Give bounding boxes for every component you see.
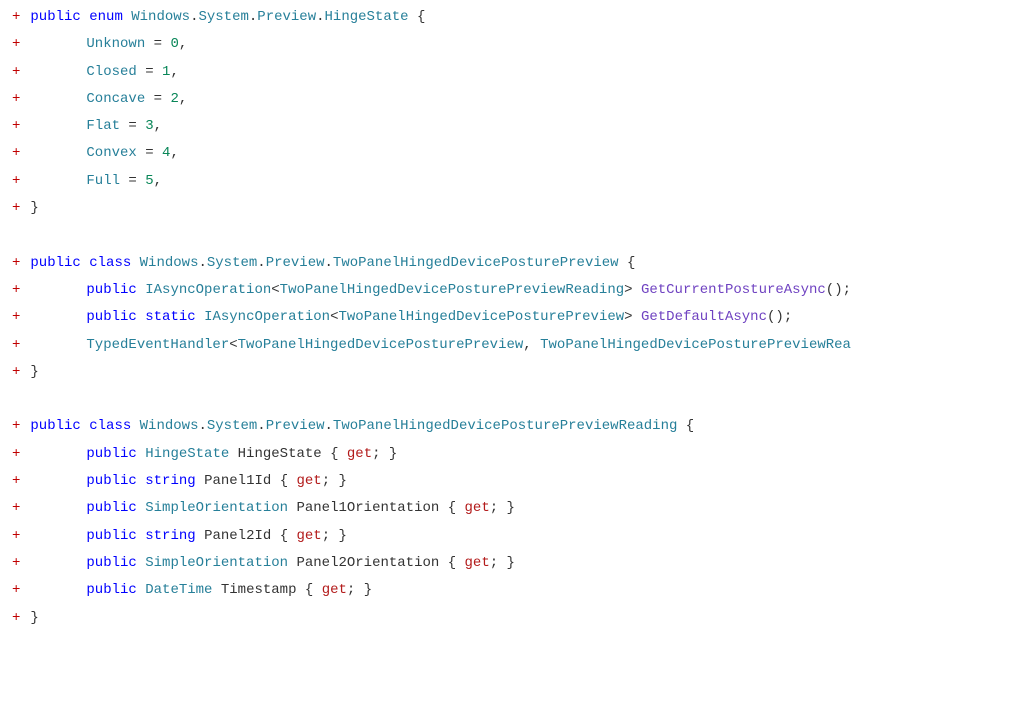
enum-value: 3 [145,118,153,134]
code-line: + Unknown = 0, [0,31,1020,58]
diff-plus: + [12,168,22,195]
class-name: TwoPanelHingedDevicePosturePreview [333,255,619,271]
code-line: + public DateTime Timestamp { get; } [0,577,1020,604]
code-line: + public enum Windows.System.Preview.Hin… [0,4,1020,31]
enum-member: Full [86,173,120,189]
code-line: + } [0,359,1020,386]
enum-value: 5 [145,173,153,189]
enum-value: 2 [170,91,178,107]
code-line: + public string Panel2Id { get; } [0,523,1020,550]
diff-plus: + [12,605,22,632]
code-line: + public SimpleOrientation Panel2Orienta… [0,550,1020,577]
enum-member: Flat [86,118,120,134]
code-line: + TypedEventHandler<TwoPanelHingedDevice… [0,332,1020,359]
code-line: + public static IAsyncOperation<TwoPanel… [0,304,1020,331]
keyword-class: class [89,255,131,271]
diff-plus: + [12,304,22,331]
keyword-public: public [30,255,80,271]
property-type: string [145,528,195,544]
enum-member: Convex [86,145,136,161]
method-name: GetDefaultAsync [641,309,767,325]
property-name: HingeState [238,446,322,462]
code-line: + public IAsyncOperation<TwoPanelHingedD… [0,277,1020,304]
diff-plus: + [12,86,22,113]
code-line: + public string Panel1Id { get; } [0,468,1020,495]
property-name: Panel1Id [204,473,271,489]
diff-plus: + [12,359,22,386]
code-line: + public class Windows.System.Preview.Tw… [0,250,1020,277]
property-name: Timestamp [221,582,297,598]
diff-plus: + [12,140,22,167]
diff-plus: + [12,195,22,222]
code-line: + Closed = 1, [0,59,1020,86]
close-brace: } [30,610,38,626]
diff-plus: + [12,4,22,31]
property-type: DateTime [145,582,212,598]
diff-plus: + [12,250,22,277]
diff-plus: + [12,413,22,440]
blank-line [0,386,1020,413]
code-line: + public HingeState HingeState { get; } [0,441,1020,468]
class-name: TwoPanelHingedDevicePosturePreviewReadin… [333,418,677,434]
close-brace: } [30,200,38,216]
blank-line [0,222,1020,249]
namespace-part: System [198,9,248,25]
property-type: SimpleOrientation [145,555,288,571]
diff-plus: + [12,59,22,86]
diff-plus: + [12,113,22,140]
code-line: + Flat = 3, [0,113,1020,140]
close-brace: } [30,364,38,380]
property-type: SimpleOrientation [145,500,288,516]
enum-member: Unknown [86,36,145,52]
keyword-get: get [347,446,372,462]
property-name: Panel2Orientation [296,555,439,571]
property-type: HingeState [145,446,229,462]
enum-member: Closed [86,64,136,80]
diff-plus: + [12,332,22,359]
code-line: + public class Windows.System.Preview.Tw… [0,413,1020,440]
code-line: + public SimpleOrientation Panel1Orienta… [0,495,1020,522]
keyword-public: public [30,9,80,25]
enum-name: HingeState [325,9,409,25]
enum-member: Concave [86,91,145,107]
keyword-static: static [145,309,195,325]
open-brace: { [417,9,425,25]
property-name: Panel2Id [204,528,271,544]
code-line: + Full = 5, [0,168,1020,195]
code-line: + Convex = 4, [0,140,1020,167]
property-name: Panel1Orientation [296,500,439,516]
code-line: + } [0,605,1020,632]
diff-plus: + [12,31,22,58]
diff-plus: + [12,277,22,304]
code-line: + Concave = 2, [0,86,1020,113]
enum-value: 0 [170,36,178,52]
method-name: GetCurrentPostureAsync [641,282,826,298]
namespace-part: Windows [131,9,190,25]
code-line: + } [0,195,1020,222]
property-type: string [145,473,195,489]
namespace-part: Preview [257,9,316,25]
keyword-enum: enum [89,9,123,25]
